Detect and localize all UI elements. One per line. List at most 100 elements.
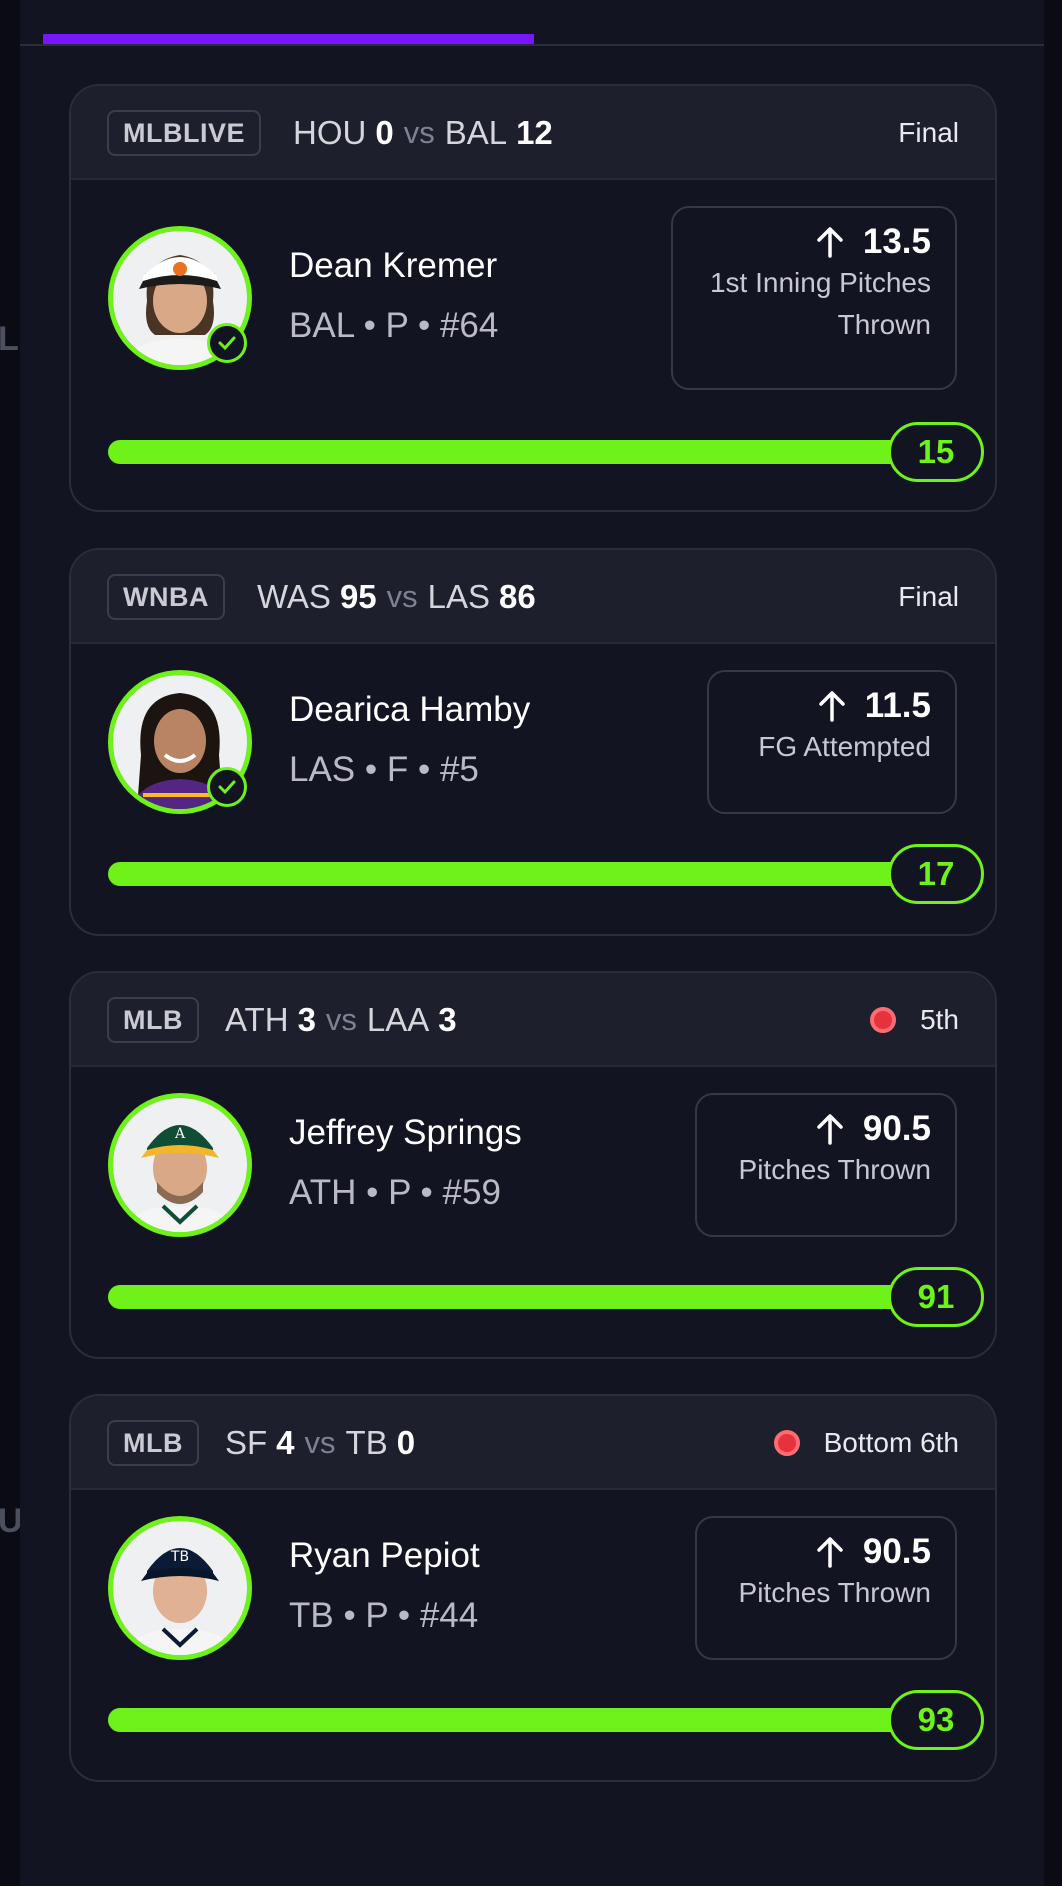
- away-team: HOU: [293, 114, 367, 151]
- pick-card[interactable]: MLBLIVE HOU 0 vs BAL 12 Final Dean Kreme…: [69, 84, 997, 512]
- prop-line-value: 90.5: [862, 1532, 931, 1571]
- away-team: WAS: [257, 578, 331, 615]
- away-score: 3: [297, 1001, 316, 1038]
- background-letter: L: [0, 320, 19, 358]
- arrow-up-icon: [817, 227, 843, 258]
- arrow-up-icon: [819, 691, 845, 722]
- pick-card[interactable]: MLB ATH 3 vs LAA 3 5th A Jeffrey Springs…: [69, 971, 997, 1359]
- live-indicator-icon: [773, 1430, 800, 1456]
- game-status-text: Final: [898, 117, 959, 148]
- arrow-up-icon: [817, 1114, 843, 1145]
- live-indicator-icon: [870, 1007, 897, 1033]
- prop-line: 13.5: [697, 222, 931, 262]
- vs-label: vs: [325, 1002, 357, 1037]
- result-value-badge: 17: [888, 844, 984, 904]
- player-avatar[interactable]: [108, 670, 252, 814]
- matchup-score: WAS 95 vs LAS 86: [257, 574, 536, 620]
- pick-card[interactable]: MLB SF 4 vs TB 0 Bottom 6th TB Ryan Pepi…: [69, 1394, 997, 1782]
- result-value-badge: 93: [888, 1690, 984, 1750]
- prop-line-value: 11.5: [864, 686, 931, 725]
- away-score: 95: [339, 578, 377, 615]
- home-score: 12: [516, 114, 553, 151]
- prop-line-box[interactable]: 13.5 1st Inning Pitches Thrown: [671, 206, 957, 390]
- result-progress-fill: [108, 862, 962, 886]
- player-headshot: TB: [113, 1521, 247, 1655]
- player-name: Dean Kremer: [289, 246, 498, 285]
- matchup-score: ATH 3 vs LAA 3: [225, 997, 457, 1043]
- panel-progress-indicator: [43, 34, 534, 44]
- game-status-text: Bottom 6th: [823, 1427, 959, 1458]
- background-left-edge: L U: [0, 0, 23, 1886]
- game-status: Bottom 6th: [773, 1420, 959, 1466]
- away-score: 0: [375, 114, 394, 151]
- home-team: BAL: [444, 114, 508, 151]
- background-right-edge: [1044, 0, 1062, 1886]
- prop-line: 11.5: [733, 686, 931, 726]
- player-team-position: ATH • P • #59: [289, 1173, 501, 1212]
- picks-panel[interactable]: MLBLIVE HOU 0 vs BAL 12 Final Dean Kreme…: [20, 0, 1044, 1886]
- league-badge: WNBA: [107, 574, 225, 620]
- vs-label: vs: [386, 579, 418, 614]
- matchup-score: SF 4 vs TB 0: [225, 1420, 415, 1466]
- player-headshot: A: [113, 1098, 247, 1232]
- game-header: WNBA WAS 95 vs LAS 86 Final: [71, 550, 995, 644]
- prop-line-box[interactable]: 11.5 FG Attempted: [707, 670, 957, 814]
- player-name: Dearica Hamby: [289, 690, 531, 729]
- home-team: LAA: [366, 1001, 430, 1038]
- prop-stat-name: Pitches Thrown: [738, 1154, 931, 1185]
- result-progress-bar: [108, 440, 962, 464]
- league-badge: MLB: [107, 1420, 199, 1466]
- league-badge: MLB: [107, 997, 199, 1043]
- game-status: 5th: [870, 997, 959, 1043]
- home-team: LAS: [427, 578, 491, 615]
- player-name: Ryan Pepiot: [289, 1536, 480, 1575]
- prop-stat-name-cont: Thrown: [837, 309, 931, 340]
- game-status-text: Final: [898, 581, 959, 612]
- player-team-position: BAL • P • #64: [289, 306, 499, 345]
- arrow-up-icon: [817, 1537, 843, 1568]
- prop-line-value: 90.5: [862, 1109, 931, 1148]
- prop-line: 90.5: [721, 1532, 931, 1572]
- prop-line-box[interactable]: 90.5 Pitches Thrown: [695, 1516, 957, 1660]
- game-status: Final: [898, 110, 959, 156]
- verified-check-icon: [207, 323, 247, 363]
- result-progress-bar: [108, 1285, 962, 1309]
- game-header: MLB SF 4 vs TB 0 Bottom 6th: [71, 1396, 995, 1490]
- prop-line-value: 13.5: [862, 222, 931, 261]
- league-badge: MLBLIVE: [107, 110, 261, 156]
- svg-text:TB: TB: [170, 1549, 189, 1565]
- home-score: 0: [396, 1424, 416, 1461]
- vs-label: vs: [304, 1425, 336, 1460]
- home-score: 3: [438, 1001, 457, 1038]
- result-progress-bar: [108, 1708, 962, 1732]
- matchup-score: HOU 0 vs BAL 12: [293, 110, 553, 156]
- player-avatar[interactable]: TB: [108, 1516, 252, 1660]
- pick-card[interactable]: WNBA WAS 95 vs LAS 86 Final Dearica Hamb…: [69, 548, 997, 936]
- panel-progress-track: [20, 44, 1044, 46]
- vs-label: vs: [403, 115, 435, 150]
- result-progress-fill: [108, 1285, 962, 1309]
- svg-text:A: A: [174, 1126, 186, 1142]
- result-progress-bar: [108, 862, 962, 886]
- result-progress-fill: [108, 440, 962, 464]
- home-score: 86: [499, 578, 536, 615]
- result-progress-fill: [108, 1708, 962, 1732]
- player-avatar[interactable]: [108, 226, 252, 370]
- prop-stat-name: Pitches Thrown: [738, 1577, 931, 1608]
- prop-stat-name: 1st Inning Pitches: [709, 267, 931, 298]
- player-team-position: LAS • F • #5: [289, 750, 479, 789]
- away-score: 4: [276, 1424, 295, 1461]
- game-header: MLB ATH 3 vs LAA 3 5th: [71, 973, 995, 1067]
- player-avatar[interactable]: A: [108, 1093, 252, 1237]
- verified-check-icon: [207, 767, 247, 807]
- player-team-position: TB • P • #44: [289, 1596, 479, 1635]
- away-team: ATH: [225, 1001, 289, 1038]
- game-status-text: 5th: [920, 1004, 959, 1035]
- prop-line-box[interactable]: 90.5 Pitches Thrown: [695, 1093, 957, 1237]
- player-name: Jeffrey Springs: [289, 1113, 522, 1152]
- prop-line: 90.5: [721, 1109, 931, 1149]
- result-value-badge: 15: [888, 422, 984, 482]
- away-team: SF: [225, 1424, 268, 1461]
- prop-stat-name: FG Attempted: [758, 731, 931, 762]
- home-team: TB: [345, 1424, 388, 1461]
